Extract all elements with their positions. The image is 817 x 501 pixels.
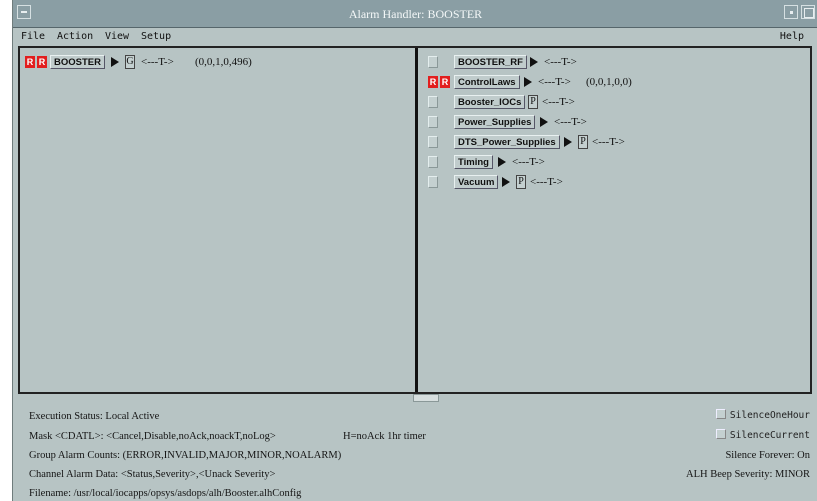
status-box <box>428 116 438 128</box>
group-button[interactable]: Booster_IOCs <box>454 95 526 109</box>
menu-bar: File Action View Setup Help <box>13 28 817 46</box>
group-button[interactable]: Timing <box>454 155 493 169</box>
process-flag[interactable]: P <box>516 175 526 189</box>
tree-row-booster[interactable]: R R BOOSTER G <---T-> (0,0,1,0,496) <box>25 55 405 72</box>
expand-arrow-icon[interactable] <box>498 157 506 167</box>
subgroup-pane[interactable]: BOOSTER_RF <---T-> R R ControlLaws <---T… <box>418 48 810 392</box>
menu-view[interactable]: View <box>105 31 129 42</box>
mask-tag: <---T-> <box>554 116 587 128</box>
execution-status: Execution Status: Local Active <box>29 411 160 422</box>
expand-arrow-icon[interactable] <box>502 177 510 187</box>
unack-severity-indicator: R <box>25 56 35 68</box>
mask-tag: <---T-> <box>538 76 571 88</box>
list-item[interactable]: R R ControlLaws <---T-> (0,0,1,0,0) <box>428 75 798 92</box>
window-title: Alarm Handler: BOOSTER <box>348 7 483 21</box>
status-area: Execution Status: Local Active Mask <CDA… <box>13 402 817 501</box>
expand-arrow-icon[interactable] <box>564 137 572 147</box>
list-item[interactable]: BOOSTER_RF <---T-> <box>428 55 798 72</box>
expand-arrow-icon[interactable] <box>540 117 548 127</box>
mask-tag: <---T-> <box>512 156 545 168</box>
expand-arrow-icon[interactable] <box>524 77 532 87</box>
expand-arrow-icon[interactable] <box>111 57 119 67</box>
alarm-panels: R R BOOSTER G <---T-> (0,0,1,0,496) BOOS… <box>18 46 812 394</box>
checkbox-icon <box>715 409 726 419</box>
silence-one-hour-toggle[interactable]: SilenceOneHour <box>715 409 810 421</box>
menu-action[interactable]: Action <box>57 31 93 42</box>
status-box <box>428 56 438 68</box>
group-tree-pane[interactable]: R R BOOSTER G <---T-> (0,0,1,0,496) <box>20 48 415 392</box>
alarm-counts: (0,0,1,0,496) <box>195 56 252 68</box>
channel-data-legend: Channel Alarm Data: <Status,Severity>,<U… <box>29 469 276 480</box>
silence-current-label: SilenceCurrent <box>729 430 810 441</box>
maximize-button[interactable] <box>801 5 815 19</box>
group-button[interactable]: DTS_Power_Supplies <box>454 135 560 149</box>
group-button[interactable]: Vacuum <box>454 175 499 189</box>
minimize-button[interactable] <box>784 5 798 19</box>
mask-tag: <---T-> <box>141 56 174 68</box>
group-counts-legend: Group Alarm Counts: (ERROR,INVALID,MAJOR… <box>29 450 342 461</box>
silence-current-toggle[interactable]: SilenceCurrent <box>715 429 810 441</box>
mask-tag: <---T-> <box>544 56 577 68</box>
process-flag[interactable]: P <box>578 135 588 149</box>
title-bar[interactable]: Alarm Handler: BOOSTER <box>13 0 817 28</box>
list-item[interactable]: Timing <---T-> <box>428 155 798 172</box>
pane-resize-sash[interactable] <box>413 394 439 402</box>
alarm-handler-window: Alarm Handler: BOOSTER File Action View … <box>12 0 817 501</box>
group-button[interactable]: BOOSTER_RF <box>454 55 527 69</box>
group-button-booster[interactable]: BOOSTER <box>50 55 105 69</box>
checkbox-icon <box>715 429 726 439</box>
list-item[interactable]: Vacuum P <---T-> <box>428 175 798 192</box>
status-box <box>428 96 438 108</box>
list-item[interactable]: Booster_IOCs P <---T-> <box>428 95 798 112</box>
unack-severity-indicator: R <box>428 76 438 88</box>
severity-indicator: R <box>37 56 47 68</box>
silence-forever-status: Silence Forever: On <box>725 450 810 461</box>
list-item[interactable]: Power_Supplies <---T-> <box>428 115 798 132</box>
severity-indicator: R <box>440 76 450 88</box>
config-filename: Filename: /usr/local/iocapps/opsys/asdop… <box>29 488 302 499</box>
expand-arrow-icon[interactable] <box>530 57 538 67</box>
menu-file[interactable]: File <box>21 31 45 42</box>
mask-tag: <---T-> <box>530 176 563 188</box>
guidance-flag[interactable]: G <box>125 55 135 69</box>
status-box <box>428 136 438 148</box>
group-button[interactable]: ControlLaws <box>454 75 520 89</box>
status-box <box>428 176 438 188</box>
mask-tag: <---T-> <box>542 96 575 108</box>
menu-help[interactable]: Help <box>780 31 804 42</box>
process-flag[interactable]: P <box>528 95 538 109</box>
silence-one-hour-label: SilenceOneHour <box>729 410 810 421</box>
status-box <box>428 156 438 168</box>
beep-severity-status: ALH Beep Severity: MINOR <box>686 469 810 480</box>
group-button[interactable]: Power_Supplies <box>454 115 536 129</box>
menu-setup[interactable]: Setup <box>141 31 171 42</box>
mask-tag: <---T-> <box>592 136 625 148</box>
mask-legend: Mask <CDATL>: <Cancel,Disable,noAck,noac… <box>29 431 276 442</box>
list-item[interactable]: DTS_Power_Supplies P <---T-> <box>428 135 798 152</box>
alarm-counts: (0,0,1,0,0) <box>586 76 632 88</box>
mask-note: H=noAck 1hr timer <box>343 431 426 442</box>
